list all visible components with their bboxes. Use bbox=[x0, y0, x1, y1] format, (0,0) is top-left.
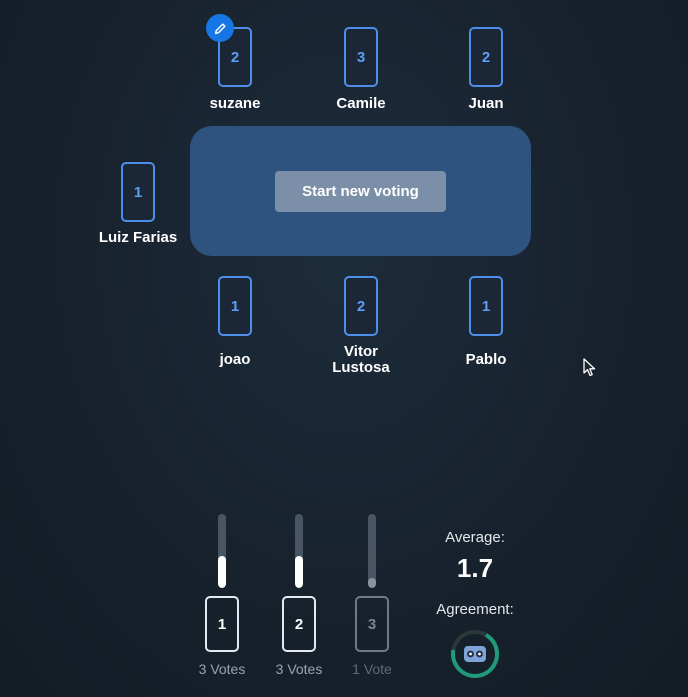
player-card-value: 3 bbox=[356, 48, 366, 66]
vote-bar bbox=[368, 514, 376, 588]
player-card-value: 1 bbox=[230, 297, 240, 315]
player-name: Luiz Farias bbox=[98, 229, 178, 246]
agreement-label: Agreement: bbox=[436, 601, 514, 618]
result-column: 3 1 Vote bbox=[332, 514, 412, 677]
vote-count: 3 Votes bbox=[275, 661, 323, 677]
result-card: 1 bbox=[205, 596, 239, 652]
player-card-value: 2 bbox=[230, 48, 240, 66]
player-card: 2 bbox=[469, 27, 503, 87]
player-name: Camile bbox=[336, 95, 386, 112]
voting-table: Start new voting bbox=[190, 126, 531, 256]
player-name: joao bbox=[219, 351, 251, 368]
player-name: suzane bbox=[209, 95, 261, 112]
vote-bar bbox=[295, 514, 303, 588]
result-card: 2 bbox=[282, 596, 316, 652]
player-card: 1 bbox=[469, 276, 503, 336]
player-joao: 1 joao bbox=[218, 276, 252, 368]
player-card: 1 bbox=[121, 162, 155, 222]
player-vitor-lustosa: 2 Vitor Lustosa bbox=[332, 276, 390, 376]
player-luiz-farias: 1 Luiz Farias bbox=[99, 162, 177, 246]
vote-bar bbox=[218, 514, 226, 588]
player-camile: 3 Camile bbox=[336, 27, 386, 112]
start-new-voting-button[interactable]: Start new voting bbox=[275, 171, 446, 212]
vote-count: 1 Vote bbox=[352, 661, 392, 677]
vote-bar-fill bbox=[295, 556, 303, 588]
average-value: 1.7 bbox=[456, 553, 494, 583]
vote-bar-fill bbox=[368, 577, 376, 588]
mouse-pointer-icon bbox=[583, 358, 596, 377]
face-icon bbox=[464, 646, 486, 662]
player-card: 2 bbox=[344, 276, 378, 336]
player-name: Vitor Lustosa bbox=[332, 343, 390, 376]
player-card-value: 2 bbox=[481, 48, 491, 66]
vote-count: 3 Votes bbox=[198, 661, 246, 677]
agreement-ring bbox=[451, 630, 499, 678]
player-card-value: 2 bbox=[356, 297, 366, 315]
player-card: 2 bbox=[206, 14, 252, 87]
player-card-value: 1 bbox=[481, 297, 491, 315]
pencil-icon[interactable] bbox=[206, 14, 234, 42]
player-pablo: 1 Pablo bbox=[466, 276, 506, 368]
player-name: Pablo bbox=[465, 351, 507, 368]
result-column: 1 3 Votes bbox=[182, 514, 262, 677]
average-label: Average: bbox=[445, 529, 505, 546]
player-card: 3 bbox=[344, 27, 378, 87]
player-card: 1 bbox=[218, 276, 252, 336]
result-column: 2 3 Votes bbox=[259, 514, 339, 677]
player-juan: 2 Juan bbox=[468, 27, 504, 112]
player-name: Juan bbox=[468, 95, 504, 112]
player-suzane: 2 suzane bbox=[206, 14, 260, 112]
player-card-value: 1 bbox=[133, 183, 143, 201]
result-card: 3 bbox=[355, 596, 389, 652]
vote-bar-fill bbox=[218, 556, 226, 588]
